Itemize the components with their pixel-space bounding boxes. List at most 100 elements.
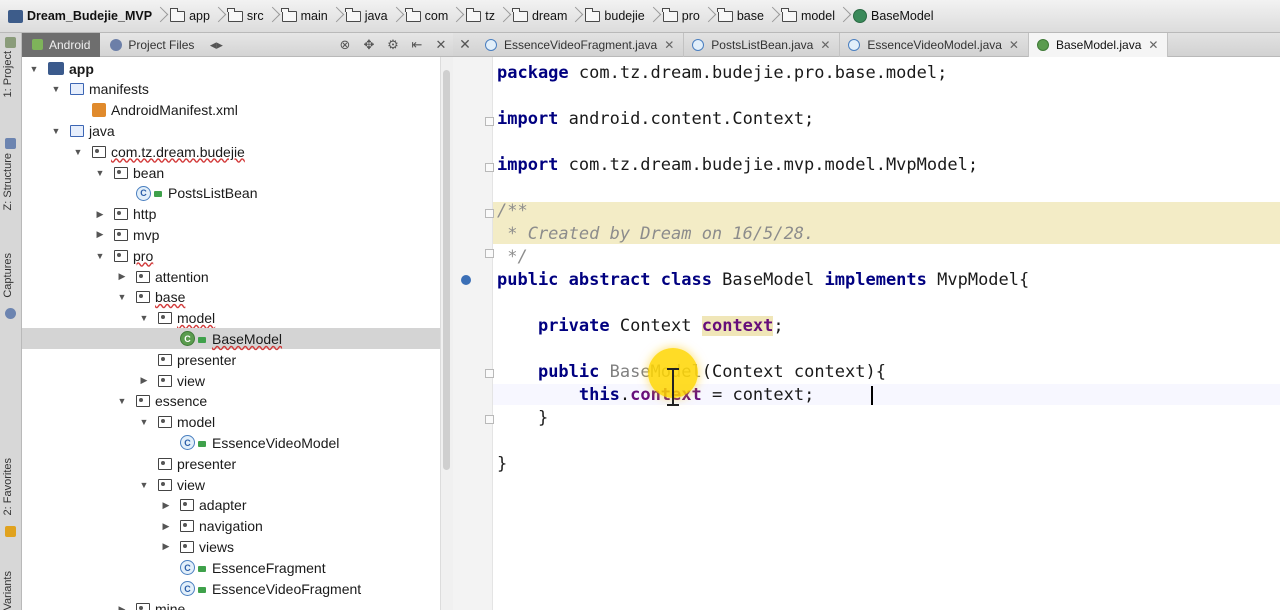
tree-item[interactable]: ▼ model <box>22 308 440 329</box>
expanded-arrow-icon[interactable]: ▼ <box>116 292 128 302</box>
collapsed-arrow-icon[interactable]: ▶ <box>160 500 172 511</box>
implements-method-icon[interactable] <box>461 275 471 285</box>
project-tool-icon[interactable] <box>5 37 16 48</box>
editor-tab[interactable]: EssenceVideoFragment.java ✕ <box>477 32 685 57</box>
close-tab-icon[interactable]: ✕ <box>820 38 830 52</box>
editor-tab[interactable]: EssenceVideoModel.java ✕ <box>840 32 1029 57</box>
collapsed-arrow-icon[interactable]: ▶ <box>94 229 106 240</box>
tree-item[interactable]: ▶CBaseModel <box>22 328 440 350</box>
breadcrumb-item[interactable]: BaseModel <box>851 4 938 28</box>
expanded-arrow-icon[interactable]: ▼ <box>138 417 150 427</box>
breadcrumb-item[interactable]: com <box>404 4 453 28</box>
autoscroll-icon[interactable]: ✥ <box>361 37 377 53</box>
scroll-tabs-icon[interactable]: ◂▸ <box>208 37 224 53</box>
breadcrumb-item[interactable]: dream <box>511 4 571 28</box>
tree-item[interactable]: ▶ adapter <box>22 495 440 516</box>
tab-android-view[interactable]: Android <box>22 32 101 57</box>
collapse-all-icon[interactable]: ⊗ <box>337 37 353 53</box>
close-tab-icon[interactable]: ✕ <box>1148 38 1158 52</box>
tree-item-label: base <box>155 289 186 306</box>
breadcrumb-item[interactable]: budejie <box>583 4 648 28</box>
close-tab-icon[interactable]: ✕ <box>664 38 674 52</box>
captures-tool-icon[interactable] <box>5 308 16 319</box>
tree-item[interactable]: ▶ mvp <box>22 224 440 245</box>
breadcrumb-item[interactable]: base <box>716 4 768 28</box>
tree-item-label: views <box>199 538 235 555</box>
close-panel-icon[interactable]: ✕ <box>433 37 449 53</box>
breadcrumb-item[interactable]: Dream_Budejie_MVP <box>6 4 156 28</box>
tree-item[interactable]: ▶CEssenceVideoFragment <box>22 578 440 599</box>
breadcrumb-item[interactable]: model <box>780 4 839 28</box>
editor-gutter[interactable] <box>453 57 493 610</box>
collapsed-arrow-icon[interactable]: ▶ <box>160 541 172 552</box>
collapsed-arrow-icon[interactable]: ▶ <box>94 209 106 220</box>
project-tool-button[interactable]: 1: Project <box>2 51 14 97</box>
gear-icon[interactable]: ⚙ <box>385 37 401 53</box>
expanded-arrow-icon[interactable]: ▼ <box>138 480 150 490</box>
fold-marker[interactable] <box>485 249 494 258</box>
expanded-arrow-icon[interactable]: ▼ <box>94 168 106 178</box>
expanded-arrow-icon[interactable]: ▼ <box>50 84 62 94</box>
tree-item[interactable]: ▶ mine <box>22 599 440 610</box>
breadcrumb-item[interactable]: src <box>226 4 268 28</box>
tree-item[interactable]: ▶CEssenceVideoModel <box>22 432 440 453</box>
tree-item[interactable]: ▶presenter <box>22 453 440 474</box>
tree-item[interactable]: ▼ bean <box>22 162 440 183</box>
tree-item-label: AndroidManifest.xml <box>111 102 238 119</box>
editor-tab[interactable]: BaseModel.java ✕ <box>1028 32 1169 57</box>
collapsed-arrow-icon[interactable]: ▶ <box>116 604 128 610</box>
tree-item[interactable]: ▶CEssenceFragment <box>22 557 440 578</box>
expanded-arrow-icon[interactable]: ▼ <box>138 313 150 323</box>
tree-item[interactable]: ▶ navigation <box>22 516 440 537</box>
android-icon <box>32 39 43 50</box>
breadcrumb-item[interactable]: java <box>344 4 392 28</box>
tree-item[interactable]: ▼ base <box>22 287 440 308</box>
tree-item[interactable]: ▼ pro <box>22 245 440 266</box>
tree-item[interactable]: ▼ essence <box>22 391 440 412</box>
tree-item[interactable]: ▶presenter <box>22 349 440 370</box>
expanded-arrow-icon[interactable]: ▼ <box>72 147 84 157</box>
structure-tool-icon[interactable] <box>5 138 16 149</box>
package-icon <box>180 499 194 512</box>
tree-item[interactable]: ▶ view <box>22 370 440 391</box>
breadcrumb-item[interactable]: app <box>168 4 214 28</box>
tree-item[interactable]: ▼ java <box>22 120 440 141</box>
breadcrumb-item[interactable]: pro <box>661 4 704 28</box>
fold-marker[interactable] <box>485 369 494 378</box>
close-tab-icon[interactable]: ✕ <box>1009 38 1019 52</box>
tree-item[interactable]: ▼ manifests <box>22 79 440 100</box>
favorites-tool-button[interactable]: 2: Favorites <box>2 458 14 515</box>
expanded-arrow-icon[interactable]: ▼ <box>50 126 62 136</box>
build-variants-tool-button[interactable]: Build Variants <box>2 571 14 610</box>
tree-item[interactable]: ▼ com.tz.dream.budejie <box>22 141 440 162</box>
structure-tool-button[interactable]: Z: Structure <box>2 153 14 210</box>
collapsed-arrow-icon[interactable]: ▶ <box>160 521 172 532</box>
tree-item[interactable]: ▶ attention <box>22 266 440 287</box>
tree-item[interactable]: ▼ model <box>22 412 440 433</box>
tree-scrollbar-thumb[interactable] <box>443 70 450 470</box>
expanded-arrow-icon[interactable]: ▼ <box>28 64 40 74</box>
captures-tool-button[interactable]: Captures <box>2 253 14 298</box>
fold-marker[interactable] <box>485 163 494 172</box>
code-editor[interactable]: package com.tz.dream.budejie.pro.base.mo… <box>485 57 1280 610</box>
tree-item[interactable]: ▶ views <box>22 536 440 557</box>
expanded-arrow-icon[interactable]: ▼ <box>116 396 128 406</box>
tab-project-files[interactable]: Project Files <box>100 33 204 57</box>
fold-marker[interactable] <box>485 117 494 126</box>
breadcrumb-item[interactable]: main <box>280 4 332 28</box>
collapsed-arrow-icon[interactable]: ▶ <box>116 271 128 282</box>
tree-item[interactable]: ▼ view <box>22 474 440 495</box>
star-icon[interactable] <box>5 526 16 537</box>
tree-item[interactable]: ▶CPostsListBean <box>22 183 440 204</box>
tree-item[interactable]: ▶AndroidManifest.xml <box>22 100 440 121</box>
fold-marker[interactable] <box>485 209 494 218</box>
expanded-arrow-icon[interactable]: ▼ <box>94 251 106 261</box>
breadcrumb-item[interactable]: tz <box>464 4 499 28</box>
tree-item[interactable]: ▼ app <box>22 58 440 79</box>
hide-panel-icon[interactable]: ⇤ <box>409 37 425 53</box>
fold-marker[interactable] <box>485 415 494 424</box>
editor-tab[interactable]: PostsListBean.java ✕ <box>684 32 841 57</box>
tree-item[interactable]: ▶ http <box>22 204 440 225</box>
collapsed-arrow-icon[interactable]: ▶ <box>138 375 150 386</box>
close-panel-x-icon[interactable]: ✕ <box>453 36 477 53</box>
